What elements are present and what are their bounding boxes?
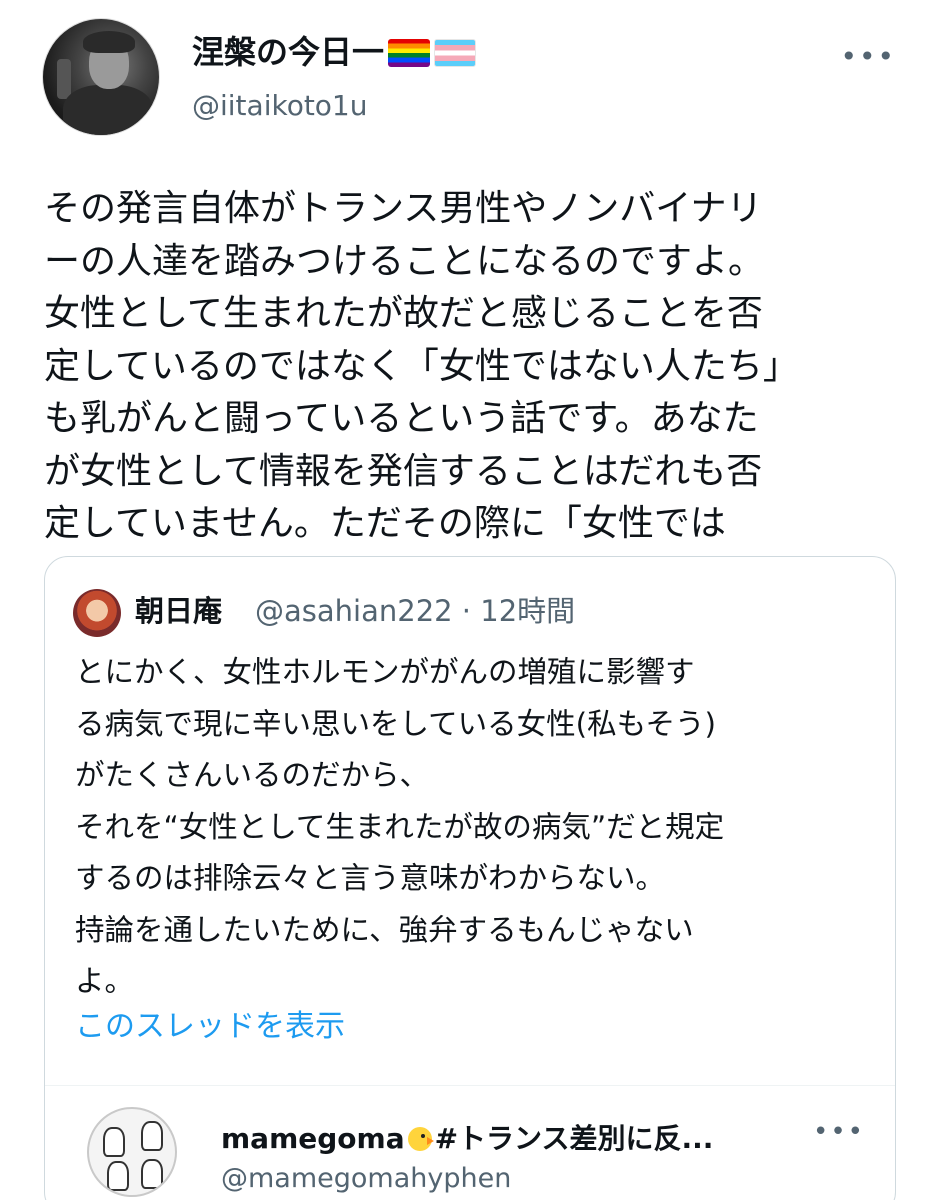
next-user-handle[interactable]: @mamegomahyphen — [221, 1161, 511, 1197]
tweet-text: その発言自体がトランス男性やノンバイナリ ーの人達を踏みつけることになるのですよ… — [44, 183, 884, 551]
quoted-tweet-text: とにかく、女性ホルモンががんの増殖に影響す る病気で現に辛い思いをしている女性(… — [75, 647, 875, 1008]
tweet-text-line: も乳がんと闘っているという話です。あなた — [44, 398, 759, 439]
tweet-text-line: 女性として生まれたが故だと感じることを否 — [44, 293, 763, 334]
quoted-text-line: がたくさんいるのだから、 — [75, 758, 430, 792]
avatar-doodle — [141, 1121, 163, 1151]
transgender-flag-icon — [434, 39, 477, 67]
avatar-body — [63, 85, 153, 135]
user-avatar[interactable] — [42, 18, 160, 136]
tweet-text-line: 定していません。ただその際に「女性では — [44, 503, 726, 544]
next-user-name[interactable]: mamegoma #トランス差別に反... — [221, 1119, 713, 1159]
quoted-text-line: するのは排除云々と言う意味がわからない。 — [75, 861, 666, 895]
avatar-doodle — [107, 1161, 129, 1191]
tweet-text-line: が女性として情報を発信することはだれも否 — [44, 450, 763, 492]
quoted-text-line: る病気で現に辛い思いをしている女性(私もそう) — [75, 706, 717, 741]
tweet-header: 涅槃の今日一 @iitaikoto1u ••• — [42, 18, 902, 148]
quoted-user-handle-time: @asahian222 · 12時間 — [255, 594, 576, 628]
divider — [45, 1085, 895, 1086]
next-user-name-prefix: mamegoma — [221, 1122, 405, 1155]
more-icon[interactable]: ••• — [813, 1117, 865, 1147]
more-icon[interactable]: ••• — [840, 40, 896, 73]
quoted-text-line: よ。 — [75, 964, 135, 998]
tweet-text-line: ーの人達を踏みつけることになるのですよ。 — [44, 240, 765, 282]
show-thread-link[interactable]: このスレッドを表示 — [75, 1005, 345, 1049]
user-handle[interactable]: @iitaikoto1u — [192, 88, 368, 124]
quoted-tweet-card[interactable]: 朝日庵 @asahian222 · 12時間 とにかく、女性ホルモンががんの増殖… — [44, 556, 896, 1200]
avatar-doodle — [103, 1127, 125, 1157]
next-user-name-suffix: #トランス差別に反... — [434, 1122, 714, 1155]
tweet-text-line: 定しているのではなく「女性ではない人たち」 — [44, 345, 799, 387]
display-name[interactable]: 涅槃の今日一 — [192, 33, 384, 71]
quoted-text-line: とにかく、女性ホルモンががんの増殖に影響す — [75, 655, 695, 689]
chick-icon — [405, 1123, 435, 1153]
avatar-beret — [83, 31, 135, 53]
avatar-doodle — [141, 1159, 163, 1189]
quoted-text-line: 持論を通したいために、強弁するもんじゃない — [75, 912, 694, 947]
next-user-avatar[interactable] — [87, 1107, 177, 1197]
display-name-row[interactable]: 涅槃の今日一 — [192, 32, 477, 72]
avatar-microphone — [57, 59, 71, 99]
tweet-text-line: その発言自体がトランス男性やノンバイナリ — [44, 188, 763, 229]
rainbow-flag-icon — [388, 39, 431, 67]
quoted-text-line: それを“女性として生まれたが故の病気”だと規定 — [75, 809, 725, 844]
quoted-user-name: 朝日庵 — [135, 594, 223, 628]
quoted-user-avatar — [73, 589, 121, 637]
